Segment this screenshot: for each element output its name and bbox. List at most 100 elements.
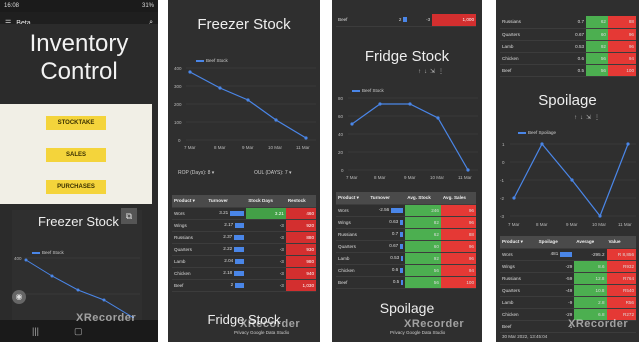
column-header-average[interactable]: Average — [574, 236, 607, 249]
cell-avg-stock: 56 — [405, 264, 441, 277]
cell-restock: 980 — [285, 255, 316, 268]
cell-turnover: 0.6 — [368, 264, 406, 277]
turnover-bar — [400, 219, 404, 225]
column-header-product[interactable]: Product ▾ — [336, 192, 369, 205]
cell-product: Chicken — [172, 267, 207, 280]
turnover-bar — [234, 234, 245, 240]
cell-turnover: 2.37 — [206, 231, 247, 244]
cell-spoilage: -49 — [536, 284, 575, 297]
y-tick: 20 — [338, 150, 344, 155]
y-tick: -2 — [500, 196, 504, 201]
cell-turnover: 2 — [206, 279, 247, 292]
x-tick: 11 Mar — [458, 175, 472, 180]
table-row: Lamb 0.53 92 96 — [500, 40, 636, 53]
cell-stock-days: -3 — [246, 279, 286, 292]
cell-stock-days: -3 — [246, 267, 286, 280]
page-title: Spoilage — [538, 92, 597, 109]
page-footer[interactable]: Privacy Google Data Studio — [234, 330, 289, 335]
data-point — [304, 136, 308, 140]
more-icon[interactable]: ⋮ — [438, 69, 447, 75]
record-control-icon[interactable]: ◉ — [12, 290, 26, 304]
cell-product: Lamb — [500, 296, 537, 309]
table-header: Product ▾ Turnover Avg. Stock Avg. Sales — [336, 192, 476, 205]
column-header-avg-stock[interactable]: Avg. Stock — [405, 192, 441, 205]
table-row: Russians -59 12.8 R764 — [500, 272, 636, 285]
column-header-spoilage[interactable]: Spoilage — [536, 236, 575, 249]
x-tick: 11 Mar — [618, 222, 632, 227]
oul-days-dropdown[interactable]: OUL (DAYS): 7 ▾ — [254, 170, 292, 176]
home-screen: 16:08 31% ☰ Beta ⌕ Inventory Control STO… — [0, 0, 158, 342]
battery-level: 31% — [141, 3, 154, 9]
data-point — [246, 98, 250, 102]
cell-average: 10.8 — [574, 284, 607, 297]
x-tick: 9 Mar — [242, 145, 254, 150]
cell-product: Quarters — [336, 240, 369, 253]
cell-stock-days: -3 — [246, 219, 286, 232]
y-tick: 100 — [174, 120, 182, 125]
home-icon[interactable]: ▢ — [74, 326, 83, 337]
recents-icon[interactable]: ||| — [32, 326, 39, 336]
stocktake-button[interactable]: STOCKTAKE — [46, 116, 106, 130]
turnover-bar — [230, 210, 245, 216]
cell-avg-sales: 96 — [440, 252, 476, 265]
x-tick: 10 Mar — [592, 222, 607, 227]
page-title: Fridge Stock — [364, 48, 450, 65]
table-row: Lamb -9 2.8 R56 — [500, 296, 636, 309]
cell-stock-days: 3.21 — [246, 207, 286, 220]
table-row: Quarters 2.22 -3 930 — [172, 243, 316, 256]
mini-stock-chart: 400 200 — [14, 256, 140, 318]
fridge-stock-table-tail: Russians 0.7 62 88 Quarters 0.67 60 96 Lamb 0.53 9… — [500, 16, 636, 77]
cell-product: Lamb — [172, 255, 207, 268]
turnover-bar — [234, 246, 245, 252]
purchases-button[interactable]: PURCHASES — [46, 180, 106, 194]
turnover-bar — [400, 231, 404, 237]
page-footer[interactable]: Privacy Google Data Studio — [390, 330, 445, 335]
freezer-stock-chart: 400 300 200 100 0 7 Mar 8 Mar 9 Mar 10 M… — [174, 66, 316, 150]
table-row: Lamb 2.04 -3 980 — [172, 255, 316, 268]
column-header-turnover[interactable]: Turnover — [206, 195, 247, 208]
turnover-bar — [234, 270, 245, 276]
cell-value: R540 — [606, 284, 636, 297]
watermark: XRecorder — [240, 318, 301, 330]
cell-product: Chicken — [500, 308, 537, 321]
column-header-turnover[interactable]: Turnover — [368, 192, 406, 205]
y-tick: 40 — [338, 132, 344, 137]
table-row: Russians 2.37 -3 880 — [172, 231, 316, 244]
y-tick: -1 — [500, 178, 504, 183]
x-tick: 8 Mar — [214, 145, 226, 150]
column-header-product[interactable]: Product ▾ — [172, 195, 207, 208]
data-point — [102, 298, 106, 302]
column-header-restock[interactable]: Restock — [285, 195, 316, 208]
column-header-avg-sales[interactable]: Avg. Sales — [440, 192, 476, 205]
cell-stock-days: -3 — [246, 243, 286, 256]
cell-stock: -3 — [409, 14, 433, 27]
turnover-bar — [235, 222, 245, 228]
cell-restock: 880 — [285, 231, 316, 244]
data-point — [466, 168, 470, 172]
expand-icon[interactable]: ⧉ — [121, 208, 137, 224]
column-header-value[interactable]: Value — [606, 236, 636, 249]
table-row: Lamb 0.53 92 96 — [336, 252, 476, 265]
cell-turnover: 0.7 — [368, 228, 406, 241]
cell-avg-sales: 100 — [440, 276, 476, 289]
more-icon[interactable]: ⋮ — [594, 115, 603, 121]
cell-avg-sales: 88 — [607, 16, 636, 29]
table-row: Beef 2 -3 1,030 — [172, 279, 316, 292]
sales-button[interactable]: SALES — [46, 148, 106, 162]
cell-turnover: 0.7 — [554, 16, 587, 29]
data-point — [378, 102, 382, 106]
data-point — [626, 142, 630, 146]
data-point — [24, 258, 28, 262]
column-header-stock-days[interactable]: Stock Days — [246, 195, 286, 208]
turnover-bar — [401, 255, 404, 261]
cell-product: Beef — [336, 276, 369, 289]
rop-days-dropdown[interactable]: ROP (Days): 8 ▾ — [178, 170, 214, 176]
export-icon[interactable]: ⇲ — [586, 115, 594, 121]
cell-avg-stock: 246 — [405, 204, 441, 217]
spoilage-screen: Russians 0.7 62 88 Quarters 0.67 60 96 Lamb 0.53 9… — [496, 0, 639, 342]
x-tick: 7 Mar — [184, 145, 196, 150]
data-point — [274, 118, 278, 122]
column-header-product[interactable]: Product ▾ — [500, 236, 537, 249]
export-icon[interactable]: ⇲ — [430, 69, 438, 75]
watermark: XRecorder — [404, 318, 465, 330]
